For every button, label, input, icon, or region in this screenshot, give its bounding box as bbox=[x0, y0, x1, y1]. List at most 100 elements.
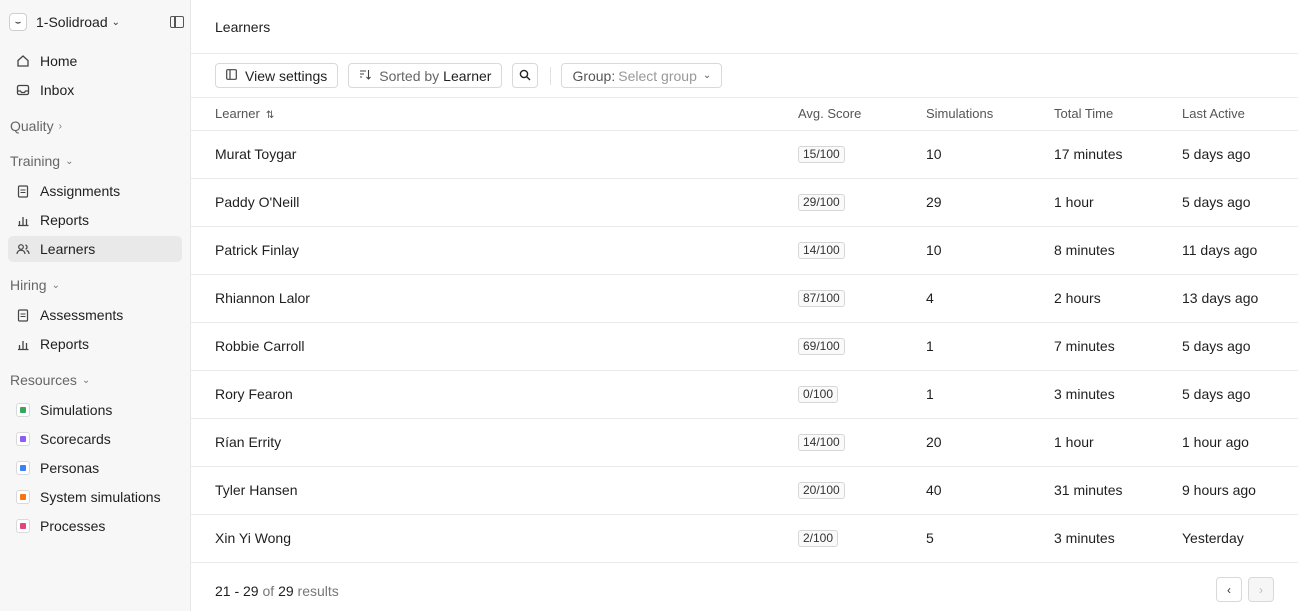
search-button[interactable] bbox=[512, 63, 539, 88]
last-active-cell: 5 days ago bbox=[1182, 130, 1298, 179]
section-label: Resources bbox=[10, 372, 77, 388]
table-row[interactable]: Xin Yi Wong 2/100 5 3 minutes Yesterday bbox=[191, 514, 1298, 563]
chevron-down-icon: ⌄ bbox=[81, 374, 91, 386]
table-row[interactable]: Murat Toygar 15/100 10 17 minutes 5 days ago bbox=[191, 130, 1298, 179]
column-header-simulations[interactable]: Simulations bbox=[926, 98, 1054, 131]
simulations-cell: 4 bbox=[926, 274, 1054, 323]
avg-score-cell: 20/100 bbox=[798, 466, 926, 515]
avg-score-cell: 14/100 bbox=[798, 226, 926, 275]
sidebar-item-label: Inbox bbox=[40, 82, 75, 98]
total-time-cell: 8 minutes bbox=[1054, 226, 1182, 275]
sidebar-item-label: Scorecards bbox=[40, 431, 111, 447]
table-row[interactable]: Paddy O'Neill 29/100 29 1 hour 5 days ago bbox=[191, 178, 1298, 227]
table-header-row: Learner ⇅ Avg. Score Simulations Total Ti… bbox=[191, 98, 1298, 131]
sidebar-item-assignments[interactable]: Assignments bbox=[8, 178, 182, 204]
sidebar-item-home[interactable]: Home bbox=[8, 48, 182, 74]
learners-table: Learner ⇅ Avg. Score Simulations Total Ti… bbox=[191, 98, 1298, 563]
view-settings-button[interactable]: View settings bbox=[215, 63, 339, 88]
simulations-cell: 10 bbox=[926, 226, 1054, 275]
section-quality[interactable]: Quality › bbox=[8, 114, 182, 138]
bar-chart-icon bbox=[16, 213, 30, 227]
sort-icon: ⇅ bbox=[265, 110, 275, 122]
workspace-name: 1-Solidroad bbox=[36, 14, 108, 30]
column-header-active[interactable]: Last Active bbox=[1182, 98, 1298, 131]
chevron-down-icon: ⌄ bbox=[111, 16, 120, 28]
sidebar-item-assessments[interactable]: Assessments bbox=[8, 302, 182, 328]
previous-page-button[interactable]: ‹ bbox=[1216, 577, 1242, 602]
sidebar-item-system-simulations[interactable]: System simulations bbox=[8, 484, 182, 510]
sidebar-item-hiring-reports[interactable]: Reports bbox=[8, 331, 182, 357]
sort-prefix: Sorted by bbox=[379, 67, 440, 84]
learner-name: Rían Errity bbox=[191, 418, 798, 467]
sidebar-item-learners[interactable]: Learners bbox=[8, 236, 182, 262]
avg-score-cell: 29/100 bbox=[798, 178, 926, 227]
score-badge: 20/100 bbox=[798, 482, 845, 499]
process-icon bbox=[16, 519, 30, 533]
section-label: Quality bbox=[10, 118, 54, 134]
columns-icon bbox=[226, 68, 237, 83]
system-icon bbox=[16, 490, 30, 504]
sidebar-toggle-icon[interactable] bbox=[170, 16, 184, 28]
group-select[interactable]: Group: Select group ⌄ bbox=[561, 63, 723, 88]
simulations-cell: 29 bbox=[926, 178, 1054, 227]
page-title: Learners bbox=[215, 18, 271, 35]
learner-name: Rhiannon Lalor bbox=[191, 274, 798, 323]
section-label: Training bbox=[10, 153, 61, 169]
total-time-cell: 17 minutes bbox=[1054, 130, 1182, 179]
sidebar-item-label: Personas bbox=[40, 460, 100, 476]
sidebar-item-simulations[interactable]: Simulations bbox=[8, 397, 182, 423]
learner-name: Paddy O'Neill bbox=[191, 178, 798, 227]
section-resources[interactable]: Resources ⌄ bbox=[8, 368, 182, 392]
section-training[interactable]: Training ⌄ bbox=[8, 149, 182, 173]
sort-button[interactable]: Sorted by Learner bbox=[348, 63, 503, 88]
learner-name: Murat Toygar bbox=[191, 130, 798, 179]
table-row[interactable]: Rían Errity 14/100 20 1 hour 1 hour ago bbox=[191, 418, 1298, 467]
table-row[interactable]: Tyler Hansen 20/100 40 31 minutes 9 hours ag… bbox=[191, 466, 1298, 515]
chevron-down-icon: ⌄ bbox=[51, 279, 60, 291]
total-time-cell: 1 hour bbox=[1054, 178, 1182, 227]
view-settings-label: View settings bbox=[245, 67, 328, 84]
section-hiring[interactable]: Hiring ⌄ bbox=[8, 273, 182, 297]
inbox-icon bbox=[16, 83, 30, 97]
results-of: of bbox=[262, 583, 275, 599]
main-content: Learners View settings Sorted by Learner bbox=[190, 0, 1298, 611]
sidebar-item-label: Reports bbox=[40, 212, 90, 228]
home-icon bbox=[16, 54, 30, 68]
users-icon bbox=[16, 242, 30, 256]
learner-name: Patrick Finlay bbox=[191, 226, 798, 275]
sidebar-item-personas[interactable]: Personas bbox=[8, 455, 182, 481]
table-row[interactable]: Robbie Carroll 69/100 1 7 minutes 5 days ago bbox=[191, 322, 1298, 371]
column-header-learner[interactable]: Learner ⇅ bbox=[191, 98, 798, 131]
total-time-cell: 1 hour bbox=[1054, 418, 1182, 467]
avg-score-cell: 69/100 bbox=[798, 322, 926, 371]
next-page-button[interactable]: › bbox=[1248, 577, 1274, 602]
group-prefix: Group: bbox=[572, 67, 616, 84]
section-label: Hiring bbox=[10, 277, 47, 293]
sidebar-item-scorecards[interactable]: Scorecards bbox=[8, 426, 182, 452]
score-badge: 14/100 bbox=[798, 434, 845, 451]
sidebar-item-inbox[interactable]: Inbox bbox=[8, 77, 182, 103]
toolbar-divider bbox=[550, 66, 552, 85]
chevron-right-icon: › bbox=[1259, 582, 1263, 597]
score-badge: 0/100 bbox=[798, 386, 839, 403]
table-row[interactable]: Rory Fearon 0/100 1 3 minutes 5 days ago bbox=[191, 370, 1298, 419]
table-row[interactable]: Rhiannon Lalor 87/100 4 2 hours 13 days ago bbox=[191, 274, 1298, 323]
sidebar-item-reports[interactable]: Reports bbox=[8, 207, 182, 233]
learner-name: Robbie Carroll bbox=[191, 322, 798, 371]
column-header-time[interactable]: Total Time bbox=[1054, 98, 1182, 131]
pager: ‹ › bbox=[1216, 577, 1274, 602]
last-active-cell: 5 days ago bbox=[1182, 370, 1298, 419]
sidebar-item-processes[interactable]: Processes bbox=[8, 513, 182, 539]
group-placeholder: Select group bbox=[618, 67, 697, 84]
learner-name: Tyler Hansen bbox=[191, 466, 798, 515]
column-header-score[interactable]: Avg. Score bbox=[798, 98, 926, 131]
simulations-cell: 40 bbox=[926, 466, 1054, 515]
score-badge: 87/100 bbox=[798, 290, 845, 307]
table-row[interactable]: Patrick Finlay 14/100 10 8 minutes 11 days a… bbox=[191, 226, 1298, 275]
workspace-switcher[interactable]: ⌣ 1-Solidroad ⌄ bbox=[8, 10, 184, 34]
workspace-logo-icon: ⌣ bbox=[9, 13, 27, 31]
pagination-footer: 21 - 29 of 29 results ‹ › bbox=[191, 571, 1298, 611]
learner-name: Xin Yi Wong bbox=[191, 514, 798, 563]
sidebar: ⌣ 1-Solidroad ⌄ Home Inbox Quality › Tra… bbox=[0, 0, 190, 611]
headset-icon bbox=[16, 403, 30, 417]
